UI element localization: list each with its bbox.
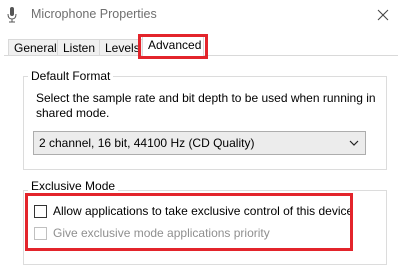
tab-advanced[interactable]: Advanced xyxy=(142,36,204,56)
exclusive-control-label: Allow applications to take exclusive con… xyxy=(53,204,354,218)
tab-listen[interactable]: Listen xyxy=(57,39,102,55)
exclusive-mode-title: Exclusive Mode xyxy=(28,179,119,193)
tab-levels[interactable]: Levels xyxy=(99,39,146,55)
window-title: Microphone Properties xyxy=(31,7,157,21)
default-format-title: Default Format xyxy=(28,69,114,83)
exclusive-priority-checkbox xyxy=(34,226,47,240)
tab-general[interactable]: General xyxy=(8,39,63,55)
title-bar: Microphone Properties xyxy=(0,0,398,31)
close-icon xyxy=(377,9,389,21)
microphone-icon xyxy=(6,7,18,23)
close-button[interactable] xyxy=(372,4,394,26)
default-format-select[interactable]: 2 channel, 16 bit, 44100 Hz (CD Quality) xyxy=(33,131,366,155)
default-format-description: Select the sample rate and bit depth to … xyxy=(36,91,376,120)
exclusive-control-checkbox[interactable] xyxy=(34,204,47,218)
default-format-selected: 2 channel, 16 bit, 44100 Hz (CD Quality) xyxy=(39,136,255,150)
exclusive-priority-label: Give exclusive mode applications priorit… xyxy=(53,226,270,240)
exclusive-priority-option: Give exclusive mode applications priorit… xyxy=(34,225,270,241)
exclusive-control-option[interactable]: Allow applications to take exclusive con… xyxy=(34,203,353,219)
chevron-down-icon xyxy=(349,140,359,146)
